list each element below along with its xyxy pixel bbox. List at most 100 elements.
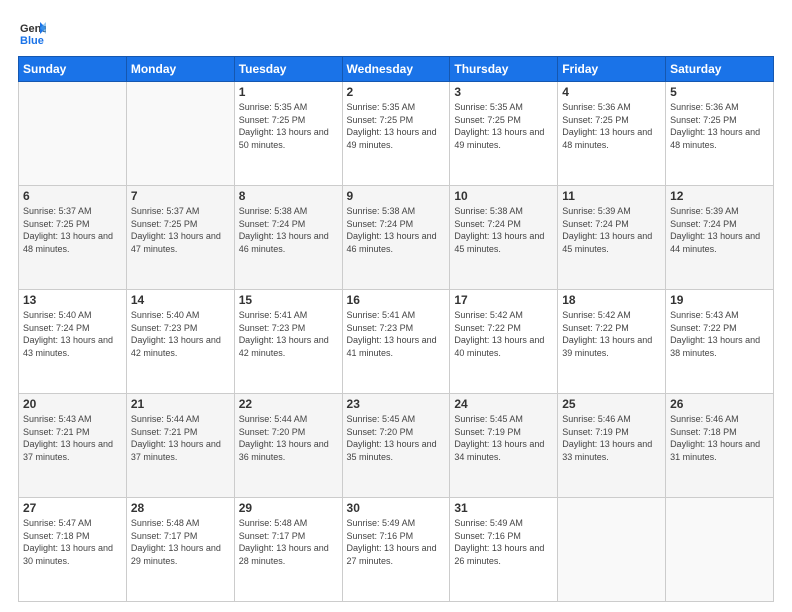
day-info: Sunrise: 5:49 AM Sunset: 7:16 PM Dayligh… [347, 517, 446, 567]
day-number: 1 [239, 85, 338, 99]
calendar-cell: 25 Sunrise: 5:46 AM Sunset: 7:19 PM Dayli… [558, 394, 666, 498]
day-number: 2 [347, 85, 446, 99]
day-number: 12 [670, 189, 769, 203]
day-info: Sunrise: 5:41 AM Sunset: 7:23 PM Dayligh… [239, 309, 338, 359]
day-info: Sunrise: 5:38 AM Sunset: 7:24 PM Dayligh… [347, 205, 446, 255]
day-info: Sunrise: 5:41 AM Sunset: 7:23 PM Dayligh… [347, 309, 446, 359]
day-number: 13 [23, 293, 122, 307]
day-info: Sunrise: 5:36 AM Sunset: 7:25 PM Dayligh… [670, 101, 769, 151]
day-number: 3 [454, 85, 553, 99]
calendar-cell: 4 Sunrise: 5:36 AM Sunset: 7:25 PM Daylig… [558, 82, 666, 186]
header: General Blue [18, 18, 774, 46]
day-info: Sunrise: 5:45 AM Sunset: 7:20 PM Dayligh… [347, 413, 446, 463]
calendar-cell: 22Sunrise: 5:44 AM Sunset: 7:20 PM Dayli… [234, 394, 342, 498]
day-number: 21 [131, 397, 230, 411]
day-info: Sunrise: 5:40 AM Sunset: 7:24 PM Dayligh… [23, 309, 122, 359]
day-number: 25 [562, 397, 661, 411]
day-info: Sunrise: 5:43 AM Sunset: 7:22 PM Dayligh… [670, 309, 769, 359]
day-info: Sunrise: 5:49 AM Sunset: 7:16 PM Dayligh… [454, 517, 553, 567]
day-info: Sunrise: 5:42 AM Sunset: 7:22 PM Dayligh… [562, 309, 661, 359]
day-number: 18 [562, 293, 661, 307]
calendar-cell: 28 Sunrise: 5:48 AM Sunset: 7:17 PM Dayli… [126, 498, 234, 602]
col-wednesday: Wednesday [342, 57, 450, 82]
calendar-cell [666, 498, 774, 602]
calendar-cell: 8 Sunrise: 5:38 AM Sunset: 7:24 PM Daylig… [234, 186, 342, 290]
day-info: Sunrise: 5:42 AM Sunset: 7:22 PM Dayligh… [454, 309, 553, 359]
day-number: 23 [347, 397, 446, 411]
calendar-cell: 1 Sunrise: 5:35 AM Sunset: 7:25 PM Daylig… [234, 82, 342, 186]
day-info: Sunrise: 5:35 AM Sunset: 7:25 PM Dayligh… [454, 101, 553, 151]
page: General Blue Sunday Monday Tuesday Wedne… [0, 0, 792, 612]
calendar-cell: 14Sunrise: 5:40 AM Sunset: 7:23 PM Dayli… [126, 290, 234, 394]
day-number: 22 [239, 397, 338, 411]
day-number: 31 [454, 501, 553, 515]
day-info: Sunrise: 5:47 AM Sunset: 7:18 PM Dayligh… [23, 517, 122, 567]
day-info: Sunrise: 5:40 AM Sunset: 7:23 PM Dayligh… [131, 309, 230, 359]
calendar-week-row: 27Sunrise: 5:47 AM Sunset: 7:18 PM Dayli… [19, 498, 774, 602]
day-info: Sunrise: 5:48 AM Sunset: 7:17 PM Dayligh… [239, 517, 338, 567]
day-number: 11 [562, 189, 661, 203]
calendar-cell: 2 Sunrise: 5:35 AM Sunset: 7:25 PM Daylig… [342, 82, 450, 186]
day-info: Sunrise: 5:36 AM Sunset: 7:25 PM Dayligh… [562, 101, 661, 151]
day-number: 30 [347, 501, 446, 515]
calendar-cell: 7 Sunrise: 5:37 AM Sunset: 7:25 PM Daylig… [126, 186, 234, 290]
calendar-cell [19, 82, 127, 186]
day-info: Sunrise: 5:48 AM Sunset: 7:17 PM Dayligh… [131, 517, 230, 567]
day-info: Sunrise: 5:43 AM Sunset: 7:21 PM Dayligh… [23, 413, 122, 463]
calendar-table: Sunday Monday Tuesday Wednesday Thursday… [18, 56, 774, 602]
col-sunday: Sunday [19, 57, 127, 82]
col-friday: Friday [558, 57, 666, 82]
day-number: 24 [454, 397, 553, 411]
day-info: Sunrise: 5:46 AM Sunset: 7:18 PM Dayligh… [670, 413, 769, 463]
day-number: 9 [347, 189, 446, 203]
calendar-cell: 9 Sunrise: 5:38 AM Sunset: 7:24 PM Daylig… [342, 186, 450, 290]
calendar-header-row: Sunday Monday Tuesday Wednesday Thursday… [19, 57, 774, 82]
calendar-cell: 26 Sunrise: 5:46 AM Sunset: 7:18 PM Dayli… [666, 394, 774, 498]
day-number: 17 [454, 293, 553, 307]
calendar-week-row: 6Sunrise: 5:37 AM Sunset: 7:25 PM Daylig… [19, 186, 774, 290]
day-info: Sunrise: 5:44 AM Sunset: 7:21 PM Dayligh… [131, 413, 230, 463]
calendar-cell: 17 Sunrise: 5:42 AM Sunset: 7:22 PM Dayli… [450, 290, 558, 394]
calendar-cell [558, 498, 666, 602]
day-number: 19 [670, 293, 769, 307]
calendar-week-row: 20Sunrise: 5:43 AM Sunset: 7:21 PM Dayli… [19, 394, 774, 498]
day-info: Sunrise: 5:35 AM Sunset: 7:25 PM Dayligh… [347, 101, 446, 151]
svg-text:Blue: Blue [20, 35, 44, 46]
calendar-cell: 13 Sunrise: 5:40 AM Sunset: 7:24 PM Dayli… [19, 290, 127, 394]
calendar-cell: 10 Sunrise: 5:38 AM Sunset: 7:24 PM Dayli… [450, 186, 558, 290]
col-tuesday: Tuesday [234, 57, 342, 82]
day-info: Sunrise: 5:35 AM Sunset: 7:25 PM Dayligh… [239, 101, 338, 151]
day-info: Sunrise: 5:38 AM Sunset: 7:24 PM Dayligh… [239, 205, 338, 255]
day-number: 8 [239, 189, 338, 203]
day-number: 26 [670, 397, 769, 411]
calendar-cell: 3 Sunrise: 5:35 AM Sunset: 7:25 PM Daylig… [450, 82, 558, 186]
logo: General Blue [18, 18, 50, 46]
day-number: 15 [239, 293, 338, 307]
day-number: 16 [347, 293, 446, 307]
col-monday: Monday [126, 57, 234, 82]
calendar-week-row: 13 Sunrise: 5:40 AM Sunset: 7:24 PM Dayli… [19, 290, 774, 394]
calendar-cell: 30 Sunrise: 5:49 AM Sunset: 7:16 PM Dayli… [342, 498, 450, 602]
calendar-cell: 23 Sunrise: 5:45 AM Sunset: 7:20 PM Dayli… [342, 394, 450, 498]
calendar-cell: 12Sunrise: 5:39 AM Sunset: 7:24 PM Dayli… [666, 186, 774, 290]
calendar-cell: 27Sunrise: 5:47 AM Sunset: 7:18 PM Dayli… [19, 498, 127, 602]
calendar-cell: 6Sunrise: 5:37 AM Sunset: 7:25 PM Daylig… [19, 186, 127, 290]
day-number: 7 [131, 189, 230, 203]
calendar-cell: 19 Sunrise: 5:43 AM Sunset: 7:22 PM Dayli… [666, 290, 774, 394]
day-info: Sunrise: 5:37 AM Sunset: 7:25 PM Dayligh… [131, 205, 230, 255]
calendar-cell: 31 Sunrise: 5:49 AM Sunset: 7:16 PM Dayli… [450, 498, 558, 602]
calendar-cell: 5 Sunrise: 5:36 AM Sunset: 7:25 PM Daylig… [666, 82, 774, 186]
calendar-cell: 21 Sunrise: 5:44 AM Sunset: 7:21 PM Dayli… [126, 394, 234, 498]
col-saturday: Saturday [666, 57, 774, 82]
day-number: 5 [670, 85, 769, 99]
day-info: Sunrise: 5:46 AM Sunset: 7:19 PM Dayligh… [562, 413, 661, 463]
calendar-cell: 29Sunrise: 5:48 AM Sunset: 7:17 PM Dayli… [234, 498, 342, 602]
day-number: 10 [454, 189, 553, 203]
day-number: 4 [562, 85, 661, 99]
calendar-cell: 20Sunrise: 5:43 AM Sunset: 7:21 PM Dayli… [19, 394, 127, 498]
day-number: 28 [131, 501, 230, 515]
calendar-cell: 18 Sunrise: 5:42 AM Sunset: 7:22 PM Dayli… [558, 290, 666, 394]
calendar-cell: 11Sunrise: 5:39 AM Sunset: 7:24 PM Dayli… [558, 186, 666, 290]
day-info: Sunrise: 5:37 AM Sunset: 7:25 PM Dayligh… [23, 205, 122, 255]
day-info: Sunrise: 5:38 AM Sunset: 7:24 PM Dayligh… [454, 205, 553, 255]
